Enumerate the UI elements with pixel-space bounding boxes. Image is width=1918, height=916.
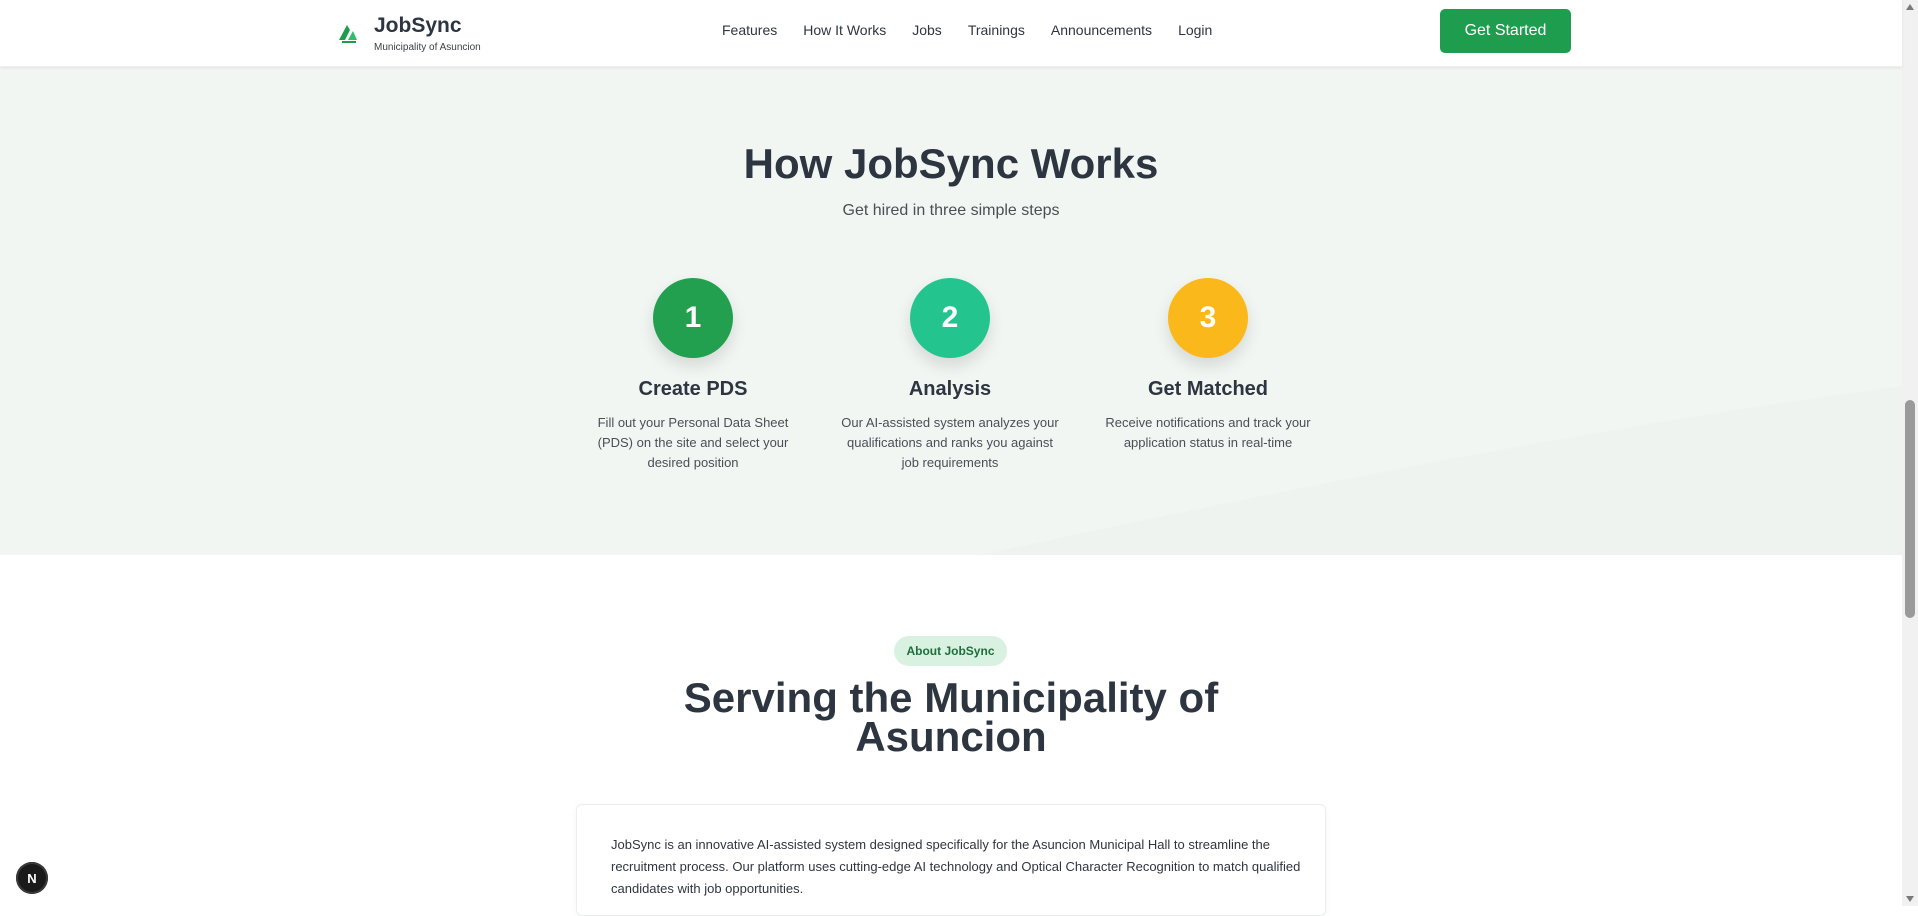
nav-announcements[interactable]: Announcements bbox=[1051, 21, 1152, 39]
main-nav: Features How It Works Jobs Trainings Ann… bbox=[722, 21, 1238, 39]
step-create-pds: 1 Create PDS Fill out your Personal Data… bbox=[573, 278, 813, 473]
step-analysis: 2 Analysis Our AI-assisted system analyz… bbox=[830, 278, 1070, 473]
step-title: Analysis bbox=[908, 378, 992, 400]
about-card: JobSync is an innovative AI-assisted sys… bbox=[576, 804, 1326, 916]
jobsync-logo-icon bbox=[339, 25, 357, 43]
nav-login[interactable]: Login bbox=[1178, 21, 1212, 39]
scroll-down-arrow-icon[interactable] bbox=[1906, 896, 1914, 902]
about-badge: About JobSync bbox=[894, 636, 1007, 666]
step-description: Our AI-assisted system analyzes your qua… bbox=[841, 415, 1059, 470]
step-get-matched: 3 Get Matched Receive notifications and … bbox=[1088, 278, 1328, 453]
nav-trainings[interactable]: Trainings bbox=[968, 21, 1025, 39]
nav-jobs[interactable]: Jobs bbox=[912, 21, 942, 39]
page-scrollbar[interactable] bbox=[1902, 0, 1918, 906]
scrollbar-thumb[interactable] bbox=[1905, 400, 1915, 618]
brand-text: JobSync Municipality of Asuncion bbox=[374, 14, 481, 53]
how-it-works-subtitle: Get hired in three simple steps bbox=[842, 202, 1060, 219]
get-started-button[interactable]: Get Started bbox=[1440, 9, 1571, 53]
about-title: Serving the Municipality of Asuncion bbox=[683, 674, 1219, 760]
scroll-up-arrow-icon[interactable] bbox=[1906, 4, 1914, 10]
step-title: Create PDS bbox=[638, 378, 748, 400]
about-body: JobSync is an innovative AI-assisted sys… bbox=[611, 837, 1301, 896]
site-header: JobSync Municipality of Asuncion Feature… bbox=[0, 0, 1902, 67]
step-title: Get Matched bbox=[1147, 378, 1269, 400]
step-description: Receive notifications and track your app… bbox=[1105, 415, 1311, 450]
how-it-works-title: How JobSync Works bbox=[743, 140, 1159, 187]
step-number-badge: 3 bbox=[1168, 278, 1248, 358]
step-number-badge: 2 bbox=[910, 278, 990, 358]
nav-features[interactable]: Features bbox=[722, 21, 777, 39]
step-description: Fill out your Personal Data Sheet (PDS) … bbox=[597, 415, 789, 470]
step-number-badge: 1 bbox=[653, 278, 733, 358]
nav-how-it-works[interactable]: How It Works bbox=[803, 21, 886, 39]
brand-name: JobSync bbox=[374, 14, 462, 37]
dev-indicator-button[interactable]: N bbox=[16, 862, 48, 894]
how-it-works-section: How JobSync Works Get hired in three sim… bbox=[0, 66, 1902, 555]
brand-subtitle: Municipality of Asuncion bbox=[374, 42, 481, 53]
brand[interactable]: JobSync Municipality of Asuncion bbox=[336, 14, 481, 53]
